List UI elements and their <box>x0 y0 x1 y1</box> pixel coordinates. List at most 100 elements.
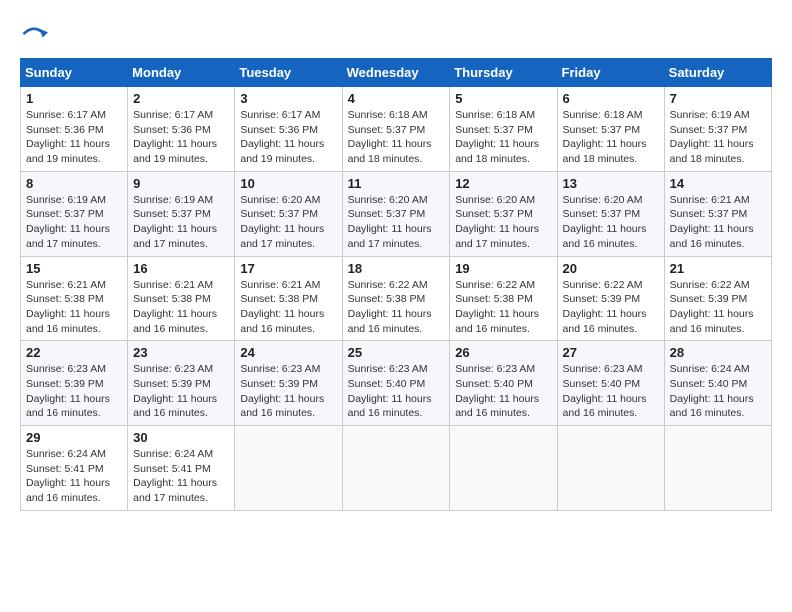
day-info: Sunrise: 6:23 AMSunset: 5:39 PMDaylight:… <box>26 362 122 421</box>
calendar-day-header: Monday <box>128 59 235 87</box>
calendar-cell: 21 Sunrise: 6:22 AMSunset: 5:39 PMDayligh… <box>664 256 771 341</box>
day-number: 3 <box>240 91 336 106</box>
calendar-cell: 10 Sunrise: 6:20 AMSunset: 5:37 PMDayligh… <box>235 171 342 256</box>
day-number: 29 <box>26 430 122 445</box>
calendar-cell: 26Sunrise: 6:23 AMSunset: 5:40 PMDayligh… <box>450 341 557 426</box>
day-number: 30 <box>133 430 229 445</box>
day-info: Sunrise: 6:19 AMSunset: 5:37 PMDaylight:… <box>670 108 766 167</box>
calendar-day-header: Saturday <box>664 59 771 87</box>
calendar-cell: 1Sunrise: 6:17 AMSunset: 5:36 PMDaylight… <box>21 87 128 172</box>
day-info: Sunrise: 6:24 AMSunset: 5:41 PMDaylight:… <box>133 447 229 506</box>
calendar-cell: 9Sunrise: 6:19 AMSunset: 5:37 PMDaylight… <box>128 171 235 256</box>
day-info: Sunrise: 6:20 AMSunset: 5:37 PMDaylight:… <box>455 193 551 252</box>
day-number: 6 <box>563 91 659 106</box>
day-info: Sunrise: 6:17 AMSunset: 5:36 PMDaylight:… <box>26 108 122 167</box>
calendar-cell: 23 Sunrise: 6:23 AMSunset: 5:39 PMDayligh… <box>128 341 235 426</box>
calendar-day-header: Friday <box>557 59 664 87</box>
calendar-header-row: SundayMondayTuesdayWednesdayThursdayFrid… <box>21 59 772 87</box>
calendar-day-header: Tuesday <box>235 59 342 87</box>
calendar-cell: 16 Sunrise: 6:21 AMSunset: 5:38 PMDayligh… <box>128 256 235 341</box>
calendar-cell <box>557 426 664 511</box>
day-number: 25 <box>348 345 445 360</box>
day-number: 15 <box>26 261 122 276</box>
calendar-cell: 30 Sunrise: 6:24 AMSunset: 5:41 PMDayligh… <box>128 426 235 511</box>
day-number: 21 <box>670 261 766 276</box>
calendar-cell <box>342 426 450 511</box>
calendar-cell: 2Sunrise: 6:17 AMSunset: 5:36 PMDaylight… <box>128 87 235 172</box>
day-number: 14 <box>670 176 766 191</box>
calendar-week-row: 22 Sunrise: 6:23 AMSunset: 5:39 PMDayligh… <box>21 341 772 426</box>
day-number: 22 <box>26 345 122 360</box>
calendar-cell: 22 Sunrise: 6:23 AMSunset: 5:39 PMDayligh… <box>21 341 128 426</box>
calendar-cell: 27 Sunrise: 6:23 AMSunset: 5:40 PMDayligh… <box>557 341 664 426</box>
page-header <box>20 20 772 48</box>
calendar-body: 1Sunrise: 6:17 AMSunset: 5:36 PMDaylight… <box>21 87 772 511</box>
calendar-cell: 20Sunrise: 6:22 AMSunset: 5:39 PMDayligh… <box>557 256 664 341</box>
calendar-cell: 7 Sunrise: 6:19 AMSunset: 5:37 PMDaylight… <box>664 87 771 172</box>
day-number: 26 <box>455 345 551 360</box>
day-number: 4 <box>348 91 445 106</box>
calendar-cell: 17 Sunrise: 6:21 AMSunset: 5:38 PMDayligh… <box>235 256 342 341</box>
logo <box>20 20 52 48</box>
calendar-cell: 24 Sunrise: 6:23 AMSunset: 5:39 PMDayligh… <box>235 341 342 426</box>
day-info: Sunrise: 6:23 AMSunset: 5:39 PMDaylight:… <box>240 362 336 421</box>
logo-icon <box>20 20 48 48</box>
day-number: 11 <box>348 176 445 191</box>
day-number: 12 <box>455 176 551 191</box>
day-info: Sunrise: 6:21 AMSunset: 5:38 PMDaylight:… <box>26 278 122 337</box>
calendar-cell: 13 Sunrise: 6:20 AMSunset: 5:37 PMDayligh… <box>557 171 664 256</box>
day-info: Sunrise: 6:24 AMSunset: 5:41 PMDaylight:… <box>26 447 122 506</box>
calendar-cell: 3 Sunrise: 6:17 AMSunset: 5:36 PMDaylight… <box>235 87 342 172</box>
day-number: 27 <box>563 345 659 360</box>
day-number: 24 <box>240 345 336 360</box>
day-number: 2 <box>133 91 229 106</box>
calendar-day-header: Thursday <box>450 59 557 87</box>
calendar-day-header: Wednesday <box>342 59 450 87</box>
day-info: Sunrise: 6:22 AMSunset: 5:38 PMDaylight:… <box>348 278 445 337</box>
calendar-cell <box>235 426 342 511</box>
day-info: Sunrise: 6:23 AMSunset: 5:40 PMDaylight:… <box>563 362 659 421</box>
day-info: Sunrise: 6:22 AMSunset: 5:38 PMDaylight:… <box>455 278 551 337</box>
calendar-cell <box>450 426 557 511</box>
calendar-cell: 6Sunrise: 6:18 AMSunset: 5:37 PMDaylight… <box>557 87 664 172</box>
calendar-cell: 4 Sunrise: 6:18 AMSunset: 5:37 PMDaylight… <box>342 87 450 172</box>
day-info: Sunrise: 6:22 AMSunset: 5:39 PMDaylight:… <box>670 278 766 337</box>
calendar-cell: 15 Sunrise: 6:21 AMSunset: 5:38 PMDayligh… <box>21 256 128 341</box>
day-number: 19 <box>455 261 551 276</box>
day-info: Sunrise: 6:23 AMSunset: 5:40 PMDaylight:… <box>348 362 445 421</box>
calendar-cell: 28Sunrise: 6:24 AMSunset: 5:40 PMDayligh… <box>664 341 771 426</box>
day-info: Sunrise: 6:17 AMSunset: 5:36 PMDaylight:… <box>240 108 336 167</box>
day-info: Sunrise: 6:20 AMSunset: 5:37 PMDaylight:… <box>348 193 445 252</box>
calendar-day-header: Sunday <box>21 59 128 87</box>
day-info: Sunrise: 6:21 AMSunset: 5:38 PMDaylight:… <box>133 278 229 337</box>
calendar-cell: 14 Sunrise: 6:21 AMSunset: 5:37 PMDayligh… <box>664 171 771 256</box>
calendar-week-row: 8 Sunrise: 6:19 AMSunset: 5:37 PMDaylight… <box>21 171 772 256</box>
day-number: 13 <box>563 176 659 191</box>
day-info: Sunrise: 6:21 AMSunset: 5:37 PMDaylight:… <box>670 193 766 252</box>
calendar-cell <box>664 426 771 511</box>
day-number: 23 <box>133 345 229 360</box>
calendar-cell: 5 Sunrise: 6:18 AMSunset: 5:37 PMDaylight… <box>450 87 557 172</box>
day-info: Sunrise: 6:20 AMSunset: 5:37 PMDaylight:… <box>240 193 336 252</box>
day-number: 10 <box>240 176 336 191</box>
day-number: 8 <box>26 176 122 191</box>
day-number: 9 <box>133 176 229 191</box>
day-info: Sunrise: 6:19 AMSunset: 5:37 PMDaylight:… <box>26 193 122 252</box>
day-info: Sunrise: 6:18 AMSunset: 5:37 PMDaylight:… <box>348 108 445 167</box>
day-info: Sunrise: 6:21 AMSunset: 5:38 PMDaylight:… <box>240 278 336 337</box>
day-info: Sunrise: 6:18 AMSunset: 5:37 PMDaylight:… <box>455 108 551 167</box>
day-number: 7 <box>670 91 766 106</box>
calendar-week-row: 1Sunrise: 6:17 AMSunset: 5:36 PMDaylight… <box>21 87 772 172</box>
day-info: Sunrise: 6:23 AMSunset: 5:39 PMDaylight:… <box>133 362 229 421</box>
day-number: 20 <box>563 261 659 276</box>
day-number: 5 <box>455 91 551 106</box>
day-number: 16 <box>133 261 229 276</box>
calendar-cell: 29 Sunrise: 6:24 AMSunset: 5:41 PMDayligh… <box>21 426 128 511</box>
calendar-cell: 18 Sunrise: 6:22 AMSunset: 5:38 PMDayligh… <box>342 256 450 341</box>
day-info: Sunrise: 6:20 AMSunset: 5:37 PMDaylight:… <box>563 193 659 252</box>
day-number: 18 <box>348 261 445 276</box>
calendar-cell: 25 Sunrise: 6:23 AMSunset: 5:40 PMDayligh… <box>342 341 450 426</box>
day-number: 17 <box>240 261 336 276</box>
calendar-cell: 12 Sunrise: 6:20 AMSunset: 5:37 PMDayligh… <box>450 171 557 256</box>
calendar-cell: 11 Sunrise: 6:20 AMSunset: 5:37 PMDayligh… <box>342 171 450 256</box>
